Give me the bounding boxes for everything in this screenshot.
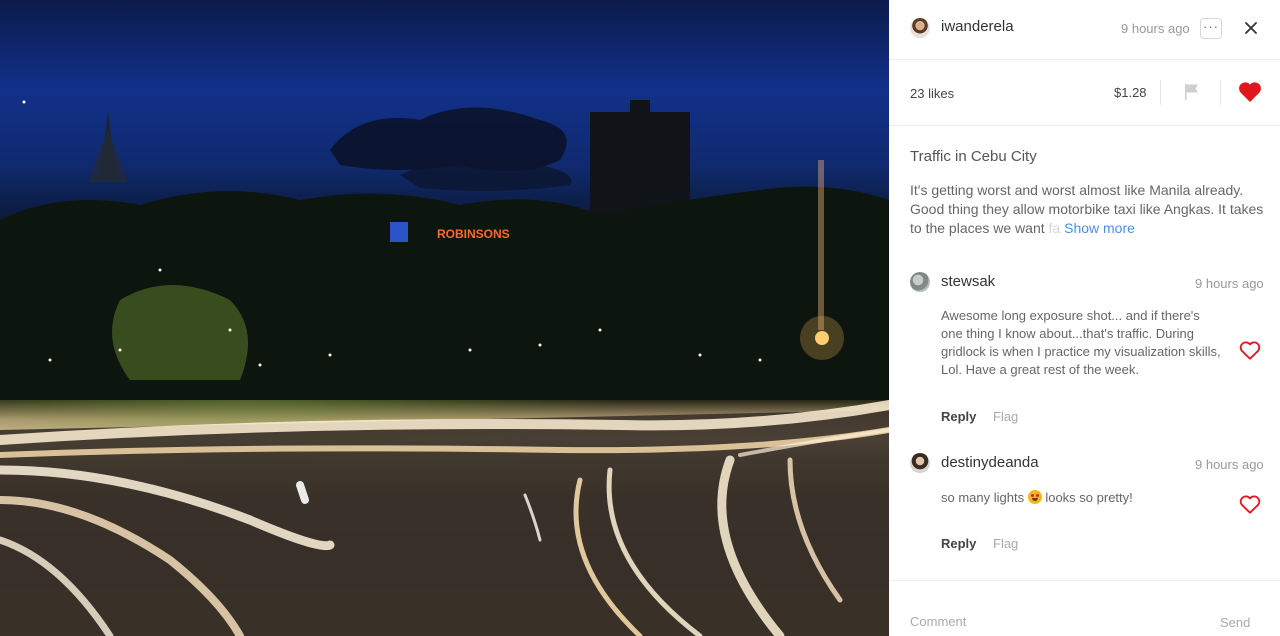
post-title: Traffic in Cebu City [910, 148, 1037, 165]
more-icon: ··· [1203, 19, 1219, 34]
author-username[interactable]: iwanderela [941, 18, 1014, 35]
like-post-button[interactable] [1238, 81, 1262, 103]
author-avatar[interactable] [910, 18, 930, 38]
close-icon [1245, 22, 1257, 34]
comment-body: Awesome long exposure shot... and if the… [941, 308, 1221, 377]
post-payout: $1.28 [1114, 85, 1147, 100]
comment-body: so many lights looks so pretty! [941, 489, 1221, 507]
close-button[interactable] [1242, 19, 1260, 37]
flag-comment-button[interactable]: Flag [993, 409, 1018, 424]
post-photo: ROBINSONS [0, 0, 889, 636]
stats-divider [1160, 80, 1161, 105]
like-comment-button[interactable] [1239, 340, 1261, 361]
commenter-username[interactable]: destinydeanda [941, 454, 1039, 471]
likes-count[interactable]: 23 likes [910, 86, 954, 101]
flag-comment-button[interactable]: Flag [993, 536, 1018, 551]
comment-text: so many lights [941, 490, 1025, 505]
post-detail-panel: iwanderela 9 hours ago ··· 23 likes $1.2… [889, 0, 1280, 636]
reply-button[interactable]: Reply [941, 536, 976, 551]
composer-divider [889, 580, 1280, 581]
commenter-avatar[interactable] [910, 453, 930, 473]
post-description: It's getting worst and worst almost like… [910, 181, 1266, 238]
flag-post-button[interactable] [1184, 83, 1200, 101]
like-comment-button[interactable] [1239, 494, 1261, 515]
comment-input[interactable] [910, 614, 1200, 629]
commenter-username[interactable]: stewsak [941, 273, 995, 290]
more-options-button[interactable]: ··· [1200, 18, 1222, 39]
heart-outline-icon [1239, 341, 1261, 360]
heart-outline-icon [1239, 495, 1261, 514]
send-button[interactable]: Send [1220, 615, 1250, 630]
comment-text: looks so pretty! [1041, 490, 1133, 505]
reply-button[interactable]: Reply [941, 409, 976, 424]
flag-icon [1185, 84, 1198, 100]
show-more-link[interactable]: Show more [1064, 220, 1135, 236]
post-stats-bar: 23 likes $1.28 [889, 60, 1280, 126]
photo-sign: ROBINSONS [437, 227, 510, 241]
stats-divider [1220, 80, 1221, 105]
comment-timestamp: 9 hours ago [1195, 276, 1264, 291]
post-timestamp: 9 hours ago [1121, 21, 1190, 36]
commenter-avatar[interactable] [910, 272, 930, 292]
star-struck-emoji-icon [1027, 490, 1042, 504]
comment-timestamp: 9 hours ago [1195, 457, 1264, 472]
post-header: iwanderela 9 hours ago ··· [889, 0, 1280, 60]
description-faded-text: fa [1044, 220, 1061, 236]
heart-icon [1239, 82, 1261, 102]
photo-scene: ROBINSONS [0, 100, 889, 636]
